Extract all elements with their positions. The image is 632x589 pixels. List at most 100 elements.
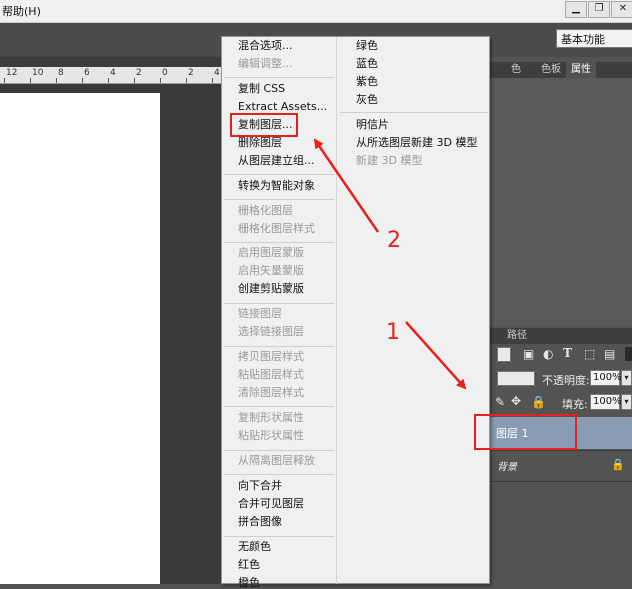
ruler-tick-label: 8 [58,68,64,78]
lock-icon[interactable]: 🔒 [531,395,546,409]
highlight-duplicate-layer [230,113,298,137]
ruler-tick [4,78,5,83]
menu-item[interactable]: 复制 CSS [238,82,285,95]
ruler-tick [108,78,109,83]
menu-help[interactable]: 帮助(H) [2,3,41,19]
image-filter-icon[interactable]: ▣ [523,347,534,361]
menu-item[interactable]: 红色 [238,558,260,571]
blend-mode-dropdown[interactable] [497,371,535,386]
tab-color[interactable]: 色 [506,62,526,78]
menu-item[interactable]: 拼合图像 [238,515,282,528]
brush-icon[interactable]: ✎ [495,395,505,409]
menu-item: 启用矢量蒙版 [238,264,304,277]
menu-separator [224,536,334,537]
move-icon[interactable]: ✥ [511,394,521,408]
ruler-tick [134,78,135,83]
ruler-tick-label: 0 [162,68,168,78]
menu-item: 复制形状属性 [238,411,304,424]
layer-kind-dropdown[interactable] [497,347,511,362]
menu-item[interactable]: 无颜色 [238,540,271,553]
menu-item[interactable]: 转换为智能对象 [238,179,315,192]
menu-separator [340,112,488,113]
menu-separator [224,77,334,78]
menu-item[interactable]: 从所选图层新建 3D 模型 [356,136,477,149]
menu-item[interactable]: 明信片 [356,118,389,131]
menu-item[interactable]: 紫色 [356,75,378,88]
menu-separator [224,450,334,451]
ruler-tick [186,78,187,83]
adjustment-filter-icon[interactable]: ◐ [543,347,553,361]
menu-item: 清除图层样式 [238,386,304,399]
document-tab-strip [0,57,222,67]
ruler-tick [56,78,57,83]
menu-item: 新建 3D 模型 [356,154,423,167]
menu-item: 拷贝图层样式 [238,350,304,363]
lock-icon: 🔒 [611,458,625,471]
menu-bar: 帮助(H) ▁ ❐ ✕ [0,0,632,23]
minimize-button[interactable]: ▁ [565,1,587,18]
shape-filter-icon[interactable]: ⬚ [584,347,595,361]
properties-panel-body [490,78,632,326]
step-1-label: 1 [386,320,400,345]
smart-object-filter-icon[interactable]: ▤ [604,347,615,361]
ruler-tick-label: 4 [214,68,220,78]
menu-item: 启用图层蒙版 [238,246,304,259]
layer-name: 背景 [497,462,517,473]
close-button[interactable]: ✕ [611,1,632,18]
ruler-tick [30,78,31,83]
menu-item[interactable]: 删除图层 [238,136,282,149]
properties-tab-strip: 色 色板 属性 [490,62,632,78]
menu-item[interactable]: 绿色 [356,39,378,52]
menu-item: 编辑调整... [238,57,293,70]
menu-separator [224,242,334,243]
menu-item: 栅格化图层样式 [238,222,315,235]
ruler-tick [82,78,83,83]
restore-button[interactable]: ❐ [588,1,610,18]
tab-paths[interactable]: 路径 [507,328,527,344]
fill-label: 填充: [562,398,588,411]
tab-properties[interactable]: 属性 [566,62,596,78]
menu-item[interactable]: 合并可见图层 [238,497,304,510]
menu-item: 选择链接图层 [238,325,304,338]
tab-swatches[interactable]: 色板 [536,62,566,78]
opacity-input[interactable]: 100% [590,370,622,386]
menu-item: 粘贴形状属性 [238,429,304,442]
menu-item[interactable]: 蓝色 [356,57,378,70]
ruler-tick-label: 6 [84,68,90,78]
workspace-dropdown[interactable]: 基本功能 [556,29,632,48]
menu-item: 粘贴图层样式 [238,368,304,381]
opacity-dropdown-icon[interactable]: ▾ [621,370,632,386]
menu-separator [224,174,334,175]
menu-item[interactable]: 混合选项... [238,39,293,52]
menu-separator [224,199,334,200]
menu-item[interactable]: 向下合并 [238,479,282,492]
ruler-tick [160,78,161,83]
menu-item[interactable]: 橙色 [238,576,260,589]
document-canvas[interactable] [0,93,160,584]
menu-item: 从隔离图层释放 [238,454,315,467]
menu-item[interactable]: Extract Assets... [238,100,327,113]
menu-item: 链接图层 [238,307,282,320]
menu-separator [224,346,334,347]
menu-item[interactable]: 创建剪贴蒙版 [238,282,304,295]
menu-separator [224,474,334,475]
filter-toggle[interactable] [625,347,632,361]
highlight-layer1 [474,414,577,450]
opacity-label: 不透明度: [542,374,590,387]
menu-column-divider [336,37,337,584]
menu-item[interactable]: 从图层建立组... [238,154,315,167]
menu-item: 栅格化图层 [238,204,293,217]
ruler-tick-label: 10 [32,68,44,78]
fill-input[interactable]: 100% [590,394,622,410]
ruler-tick-label: 2 [136,68,142,78]
type-filter-icon[interactable]: T [563,346,572,360]
fill-dropdown-icon[interactable]: ▾ [621,394,632,410]
ruler-tick [212,78,213,83]
layers-tab-strip: 路径 [490,328,632,344]
menu-item[interactable]: 灰色 [356,93,378,106]
menu-separator [224,406,334,407]
ruler-tick-label: 4 [110,68,116,78]
ruler-tick-label: 12 [6,68,18,78]
horizontal-ruler: 12 10 8 6 4 2 0 2 4 [0,67,222,84]
step-2-label: 2 [387,228,401,253]
